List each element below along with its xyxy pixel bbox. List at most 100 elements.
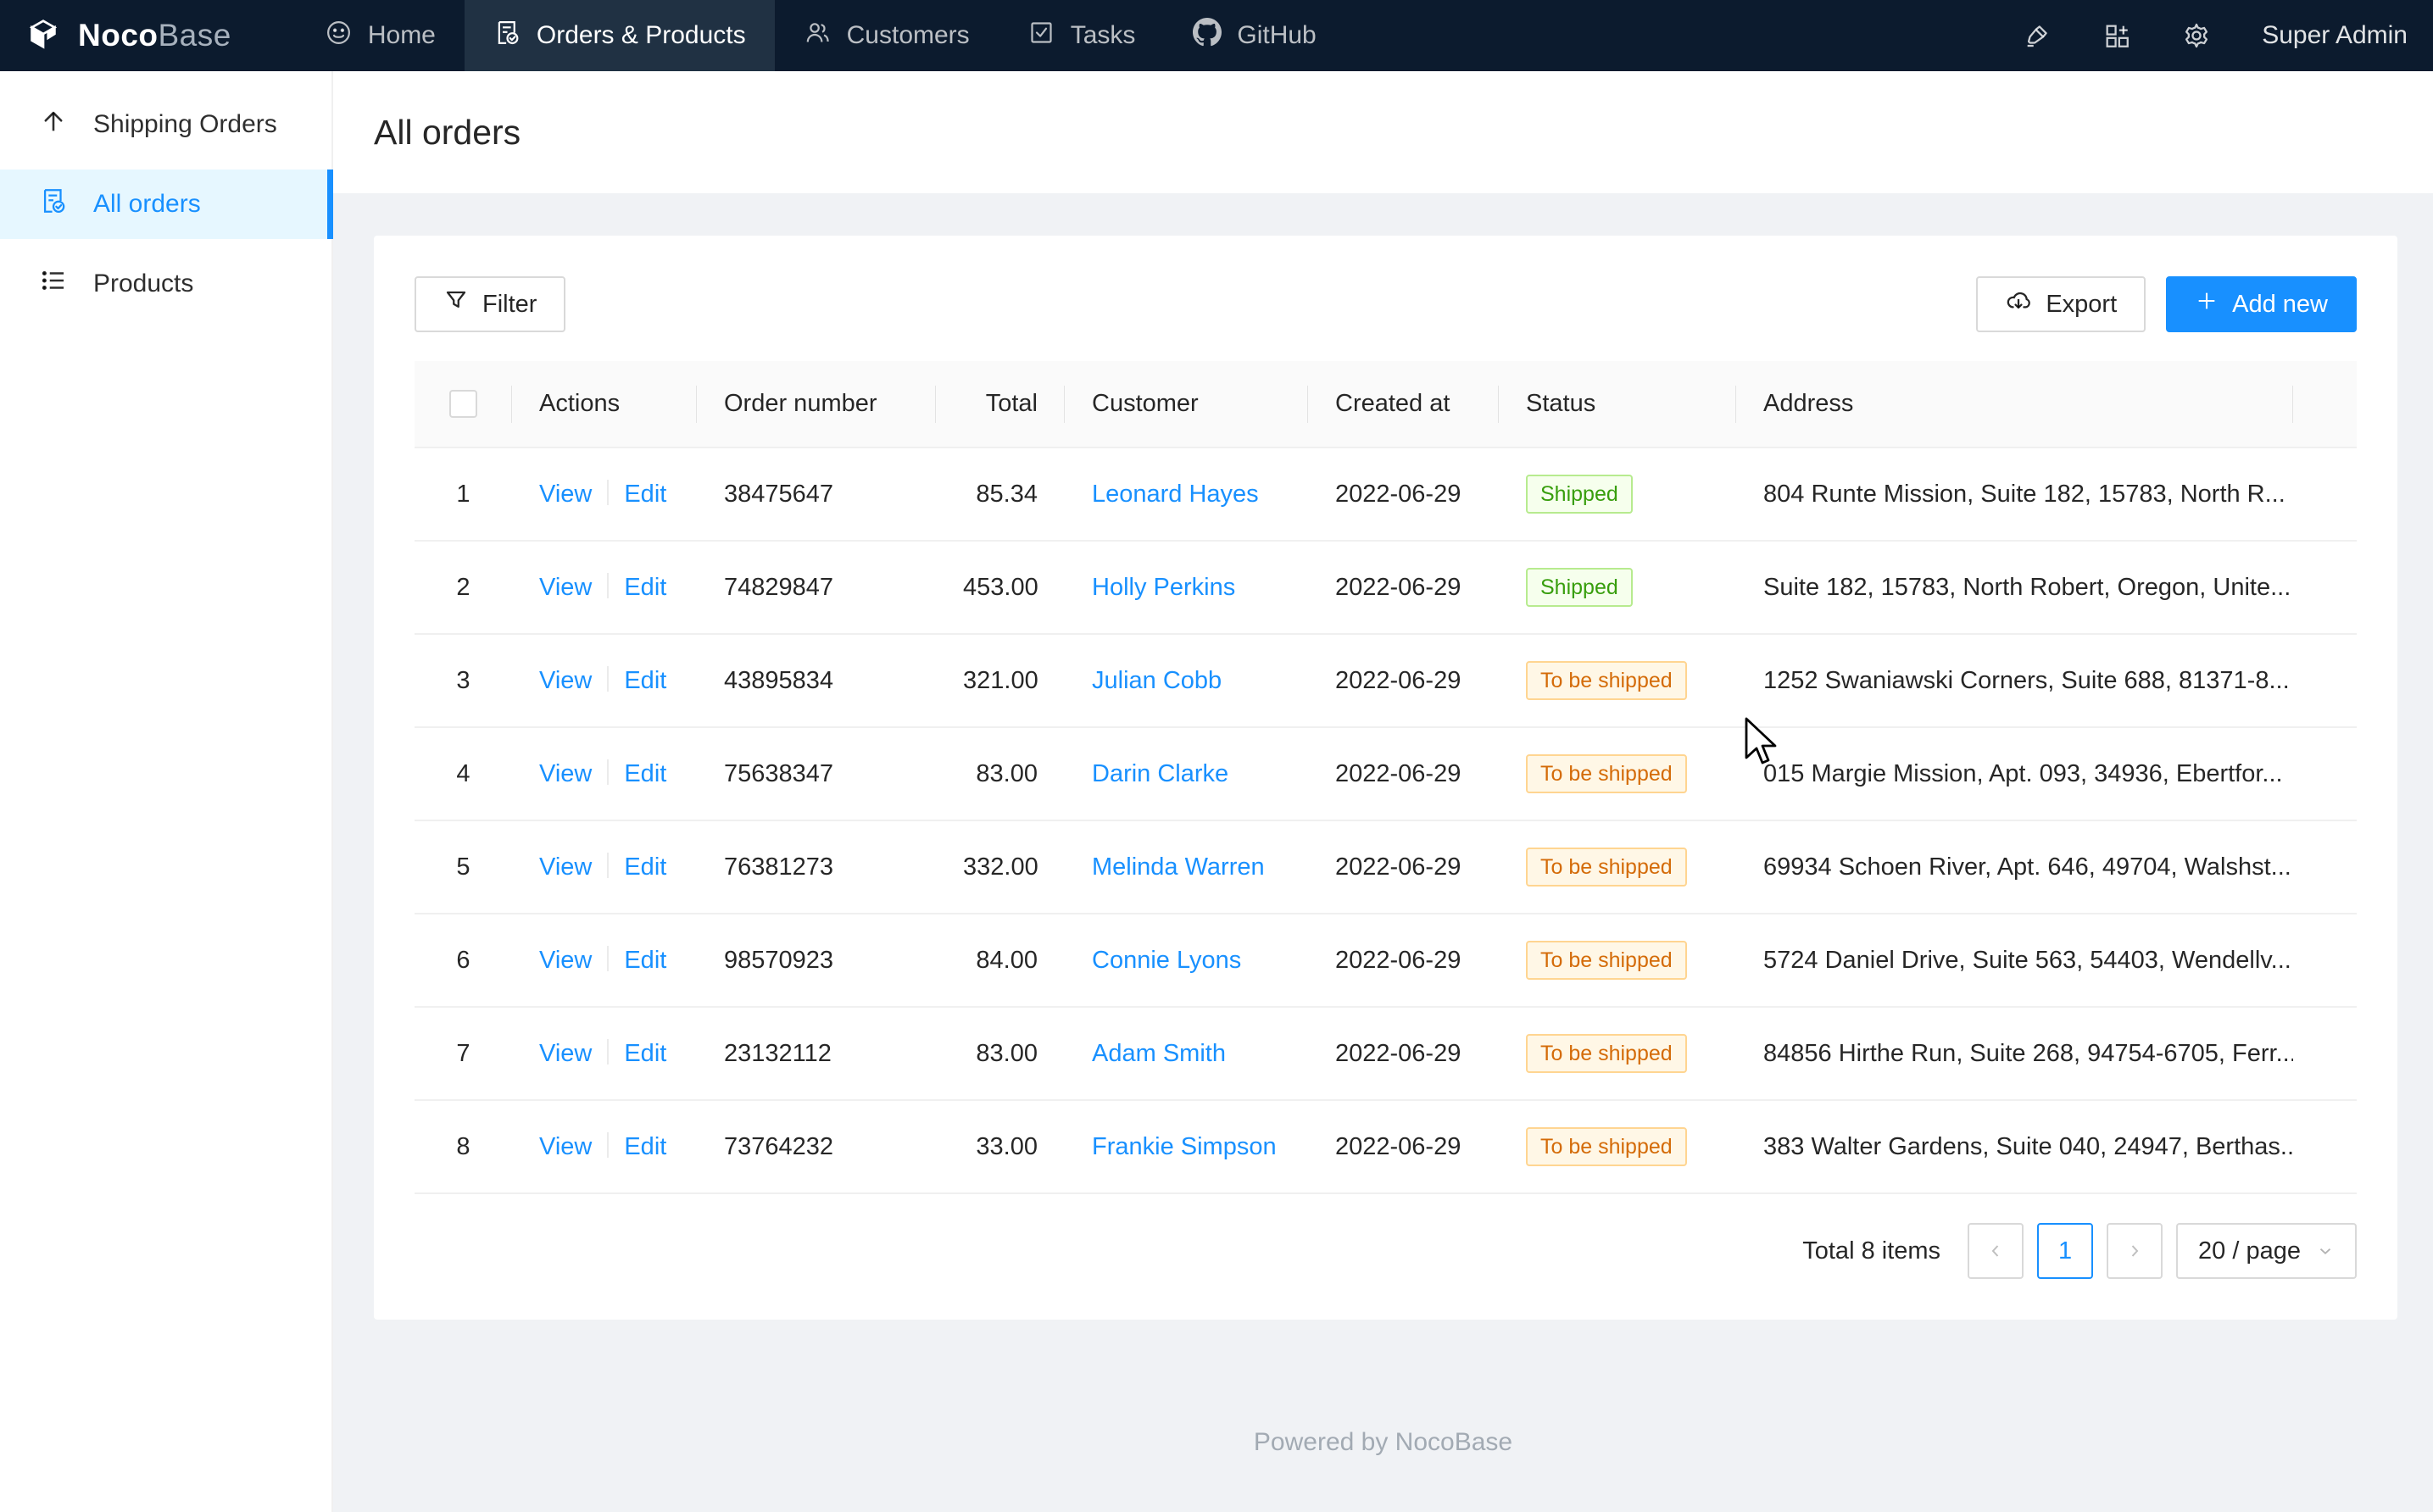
row-index: 7: [415, 1007, 512, 1100]
main-menu: Home Orders & Products: [296, 0, 1345, 71]
user-menu[interactable]: Super Admin: [2262, 21, 2408, 50]
divider: [607, 946, 609, 971]
orders-table: Actions Order number Total Customer Crea…: [415, 361, 2357, 1194]
logo-text: NocoBase: [78, 18, 231, 53]
page-1-button[interactable]: 1: [2037, 1223, 2093, 1279]
view-link[interactable]: View: [539, 853, 592, 881]
export-button[interactable]: Export: [1976, 276, 2146, 332]
nav-item-orders-products[interactable]: Orders & Products: [465, 0, 775, 71]
highlight-pen-icon[interactable]: [2023, 21, 2052, 50]
row-actions: View Edit: [512, 1100, 697, 1193]
powered-by-footer: Powered by NocoBase: [333, 1428, 2433, 1457]
created-at-cell: 2022-06-29: [1308, 820, 1499, 914]
customer-link[interactable]: Adam Smith: [1092, 1040, 1226, 1067]
status-badge: To be shipped: [1526, 661, 1687, 700]
nav-item-label: Orders & Products: [537, 21, 746, 50]
table-row: 4 ViewEdit 75638347 83.00 Darin Clarke 2…: [415, 727, 2357, 820]
address-cell: Suite 182, 15783, North Robert, Oregon, …: [1736, 541, 2293, 634]
customer-link[interactable]: Julian Cobb: [1092, 667, 1222, 694]
col-order-number: Order number: [697, 361, 936, 447]
divider: [607, 853, 609, 878]
page-size-select[interactable]: 20 / page: [2176, 1223, 2357, 1279]
nav-item-customers[interactable]: Customers: [775, 0, 999, 71]
total-cell: 84.00: [936, 914, 1065, 1007]
col-status: Status: [1499, 361, 1736, 447]
toolbar-right: Export Add new: [1976, 276, 2357, 332]
total-cell: 83.00: [936, 727, 1065, 820]
customer-link[interactable]: Connie Lyons: [1092, 947, 1241, 974]
sidebar-item-products[interactable]: Products: [0, 249, 331, 319]
customer-link[interactable]: Melinda Warren: [1092, 853, 1265, 881]
edit-link[interactable]: Edit: [624, 1133, 666, 1160]
team-icon: [804, 19, 832, 53]
address-cell: 69934 Schoen River, Apt. 646, 49704, Wal…: [1736, 820, 2293, 914]
table-row: 8 ViewEdit 73764232 33.00 Frankie Simpso…: [415, 1100, 2357, 1193]
customer-cell: Darin Clarke: [1065, 727, 1308, 820]
order-number-cell: 73764232: [697, 1100, 936, 1193]
edit-link[interactable]: Edit: [624, 853, 666, 881]
created-at-cell: 2022-06-29: [1308, 914, 1499, 1007]
row-index: 3: [415, 634, 512, 727]
sidebar-item-label: Products: [93, 270, 193, 298]
created-at-cell: 2022-06-29: [1308, 727, 1499, 820]
nav-item-tasks[interactable]: Tasks: [999, 0, 1165, 71]
page-header: All orders: [333, 71, 2433, 193]
view-link[interactable]: View: [539, 481, 592, 508]
status-cell: Shipped: [1499, 541, 1736, 634]
sidebar-item-all-orders[interactable]: All orders: [0, 170, 331, 239]
edit-link[interactable]: Edit: [624, 947, 666, 974]
sidebar-item-shipping-orders[interactable]: Shipping Orders: [0, 90, 331, 159]
edit-link[interactable]: Edit: [624, 481, 666, 508]
nocobase-logo-icon: [24, 14, 63, 58]
col-created-at: Created at: [1308, 361, 1499, 447]
plugin-manager-icon[interactable]: [2102, 21, 2131, 50]
next-page-button[interactable]: [2107, 1223, 2163, 1279]
nav-item-label: Tasks: [1071, 21, 1136, 50]
settings-gear-icon[interactable]: [2182, 21, 2211, 50]
view-link[interactable]: View: [539, 760, 592, 787]
nav-item-home[interactable]: Home: [296, 0, 465, 71]
nav-item-github[interactable]: GitHub: [1164, 0, 1345, 71]
address-cell: 383 Walter Gardens, Suite 040, 24947, Be…: [1736, 1100, 2293, 1193]
status-badge: To be shipped: [1526, 754, 1687, 793]
select-all-checkbox[interactable]: [449, 390, 477, 418]
edit-link[interactable]: Edit: [624, 574, 666, 601]
customer-link[interactable]: Frankie Simpson: [1092, 1133, 1277, 1160]
order-number-cell: 74829847: [697, 541, 936, 634]
row-actions: View Edit: [512, 914, 697, 1007]
customer-link[interactable]: Darin Clarke: [1092, 760, 1228, 787]
view-link[interactable]: View: [539, 574, 592, 601]
view-link[interactable]: View: [539, 947, 592, 974]
row-index: 2: [415, 541, 512, 634]
smile-icon: [325, 19, 353, 53]
add-new-button[interactable]: Add new: [2166, 276, 2357, 332]
page-title: All orders: [374, 113, 521, 153]
customer-link[interactable]: Holly Perkins: [1092, 574, 1235, 601]
main-content: All orders Filter: [333, 71, 2433, 1457]
status-badge: Shipped: [1526, 568, 1633, 607]
row-index: 5: [415, 820, 512, 914]
view-link[interactable]: View: [539, 667, 592, 694]
status-cell: To be shipped: [1499, 1007, 1736, 1100]
row-actions: View Edit: [512, 541, 697, 634]
nocobase-logo[interactable]: NocoBase: [24, 14, 231, 58]
edit-link[interactable]: Edit: [624, 760, 666, 787]
total-cell: 83.00: [936, 1007, 1065, 1100]
sidebar: Shipping Orders All orders Produc: [0, 71, 333, 1512]
order-number-cell: 98570923: [697, 914, 936, 1007]
customer-link[interactable]: Leonard Hayes: [1092, 481, 1259, 508]
created-at-cell: 2022-06-29: [1308, 1100, 1499, 1193]
prev-page-button[interactable]: [1968, 1223, 2024, 1279]
created-at-cell: 2022-06-29: [1308, 447, 1499, 541]
table-header-row: Actions Order number Total Customer Crea…: [415, 361, 2357, 447]
view-link[interactable]: View: [539, 1133, 592, 1160]
navbar-right: Super Admin: [2023, 21, 2408, 50]
filter-button[interactable]: Filter: [415, 276, 565, 332]
arrow-up-icon: [39, 107, 68, 142]
row-index: 8: [415, 1100, 512, 1193]
orders-table-block: Filter Export: [374, 236, 2397, 1320]
edit-link[interactable]: Edit: [624, 667, 666, 694]
edit-link[interactable]: Edit: [624, 1040, 666, 1067]
top-navbar: NocoBase Home: [0, 0, 2433, 71]
view-link[interactable]: View: [539, 1040, 592, 1067]
